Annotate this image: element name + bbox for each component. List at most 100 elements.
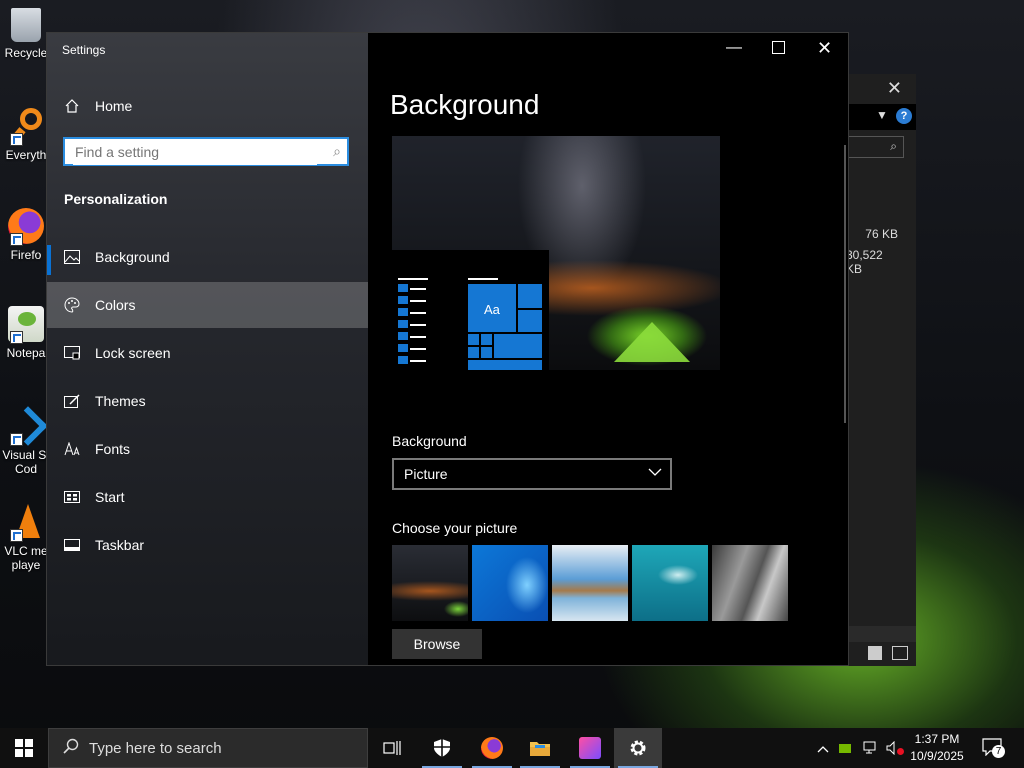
taskbar-search-placeholder: Type here to search [89, 739, 222, 757]
picture-thumbnail-milky-way[interactable] [392, 545, 468, 621]
notification-center-button[interactable]: 7 [982, 738, 1005, 758]
home-button[interactable]: Home [47, 83, 368, 129]
lock-screen-icon [63, 344, 81, 362]
picture-thumbnail-windows-logo[interactable] [472, 545, 548, 621]
background-type-dropdown[interactable]: Picture [392, 458, 672, 490]
maximize-button[interactable] [772, 41, 785, 54]
desktop-icon-vscode[interactable]: Visual St Cod [0, 406, 52, 476]
browse-button[interactable]: Browse [392, 629, 482, 659]
start-menu-preview: Aa [392, 250, 549, 370]
sidebar-item-label: Taskbar [95, 537, 145, 553]
picture-thumbnail-underwater[interactable] [632, 545, 708, 621]
search-icon [63, 738, 79, 759]
start-button[interactable] [0, 728, 48, 768]
close-button[interactable]: ✕ [817, 38, 832, 59]
section-title: Personalization [64, 191, 168, 207]
close-icon[interactable]: ✕ [887, 78, 902, 99]
sidebar-item-label: Fonts [95, 441, 131, 457]
horizontal-scrollbar[interactable] [846, 626, 916, 642]
search-icon: ⌕ [890, 139, 897, 153]
sidebar-item-start[interactable]: Start [47, 474, 368, 520]
explorer-search-box[interactable]: ⌕ [846, 136, 904, 158]
sidebar-item-fonts[interactable]: Fonts [47, 426, 368, 472]
volume-muted-icon[interactable] [884, 741, 904, 755]
app-tile-icon [579, 737, 601, 759]
chevron-down-icon [648, 466, 662, 480]
picture-thumbnail-beach-rocks[interactable] [552, 545, 628, 621]
sidebar-item-taskbar[interactable]: Taskbar [47, 522, 368, 568]
system-tray [814, 728, 904, 768]
background-explorer-window[interactable]: ✕ ▼ ? ⌕ 76 KB 30,522 KB [846, 74, 916, 666]
choose-picture-label: Choose your picture [392, 520, 518, 536]
taskbar-app-file-explorer[interactable] [516, 728, 564, 768]
sidebar-item-label: Background [95, 249, 170, 265]
firefox-icon [8, 208, 44, 246]
taskbar-clock[interactable]: 1:37 PM 10/9/2025 [906, 731, 968, 765]
background-field-label: Background [392, 433, 467, 449]
tent-shape [614, 322, 690, 362]
help-icon[interactable]: ? [896, 108, 912, 124]
taskbar-app-settings[interactable] [614, 728, 662, 768]
desktop-icon-label: VLC me playe [4, 544, 48, 572]
sidebar-item-label: Lock screen [95, 345, 171, 361]
vertical-scrollbar[interactable] [844, 145, 846, 423]
desktop-icon-recycle-bin[interactable]: Recycle [0, 8, 52, 60]
window-title: Settings [62, 43, 106, 57]
taskbar-app-security[interactable] [418, 728, 466, 768]
shortcut-arrow-icon [10, 331, 23, 344]
desktop-icon-label: Everyth [5, 148, 47, 162]
desktop-icon-everything[interactable]: Everyth [0, 108, 52, 162]
settings-window[interactable]: Settings Home ⌕ Personalization Backgrou… [47, 33, 848, 665]
desktop-icon-label: Firefo [10, 248, 42, 262]
page-title: Background [390, 89, 540, 120]
taskbar-app-firefox[interactable] [468, 728, 516, 768]
fonts-icon [63, 440, 81, 458]
windows-logo-icon [15, 739, 33, 757]
desktop-icon-label: Notepa [6, 346, 46, 360]
sidebar-item-label: Themes [95, 393, 146, 409]
minimize-button[interactable]: — [726, 39, 742, 57]
find-setting-search[interactable]: ⌕ [63, 137, 349, 166]
everything-search-icon [8, 108, 44, 146]
task-view-button[interactable] [368, 728, 416, 768]
desktop-icon-firefox[interactable]: Firefo [0, 208, 52, 262]
shield-icon [434, 739, 450, 757]
view-toggle-icons[interactable] [866, 644, 914, 664]
find-setting-input[interactable] [73, 139, 317, 165]
settings-sidebar: Settings Home ⌕ Personalization Backgrou… [47, 33, 368, 665]
desktop-icon-label: Recycle [4, 46, 48, 60]
taskbar: Type here to search 1:37 PM 10/9/2025 7 [0, 728, 1024, 768]
sidebar-item-lock-screen[interactable]: Lock screen [47, 330, 368, 376]
sidebar-item-themes[interactable]: Themes [47, 378, 368, 424]
start-icon [63, 488, 81, 506]
preview-tile-label: Aa [484, 302, 500, 317]
network-icon[interactable] [858, 741, 884, 755]
file-size: 30,522 KB [846, 248, 883, 276]
dropdown-value: Picture [404, 466, 448, 482]
taskbar-app-visual-studio[interactable] [566, 728, 614, 768]
taskbar-search-box[interactable]: Type here to search [48, 728, 368, 768]
shortcut-arrow-icon [10, 433, 23, 446]
home-label: Home [95, 98, 133, 114]
picture-thumbnail-waterfall[interactable] [712, 545, 788, 621]
chevron-up-icon[interactable] [814, 741, 832, 756]
themes-icon [63, 392, 81, 410]
desktop-icon-notepad[interactable]: Notepa [0, 306, 52, 360]
desktop-icon-vlc[interactable]: VLC me playe [0, 504, 52, 572]
firefox-icon [481, 737, 503, 759]
file-size: 76 KB [865, 227, 898, 241]
explorer-titlebar[interactable]: ✕ [846, 74, 916, 104]
settings-content: — ✕ Background Aa Background Picture Cho… [368, 33, 848, 665]
preview-tile-large: Aa [468, 284, 516, 332]
folder-icon [530, 742, 550, 756]
sidebar-item-label: Start [95, 489, 125, 505]
nvidia-icon[interactable] [832, 743, 858, 753]
sidebar-item-background[interactable]: Background [47, 234, 368, 280]
chevron-down-icon[interactable]: ▼ [876, 108, 888, 122]
sidebar-item-colors[interactable]: Colors [47, 282, 368, 328]
vlc-cone-icon [8, 504, 44, 542]
tiles-view-icon[interactable] [892, 646, 908, 660]
shortcut-arrow-icon [10, 133, 23, 146]
details-view-icon[interactable] [868, 646, 882, 660]
home-icon [63, 97, 81, 115]
